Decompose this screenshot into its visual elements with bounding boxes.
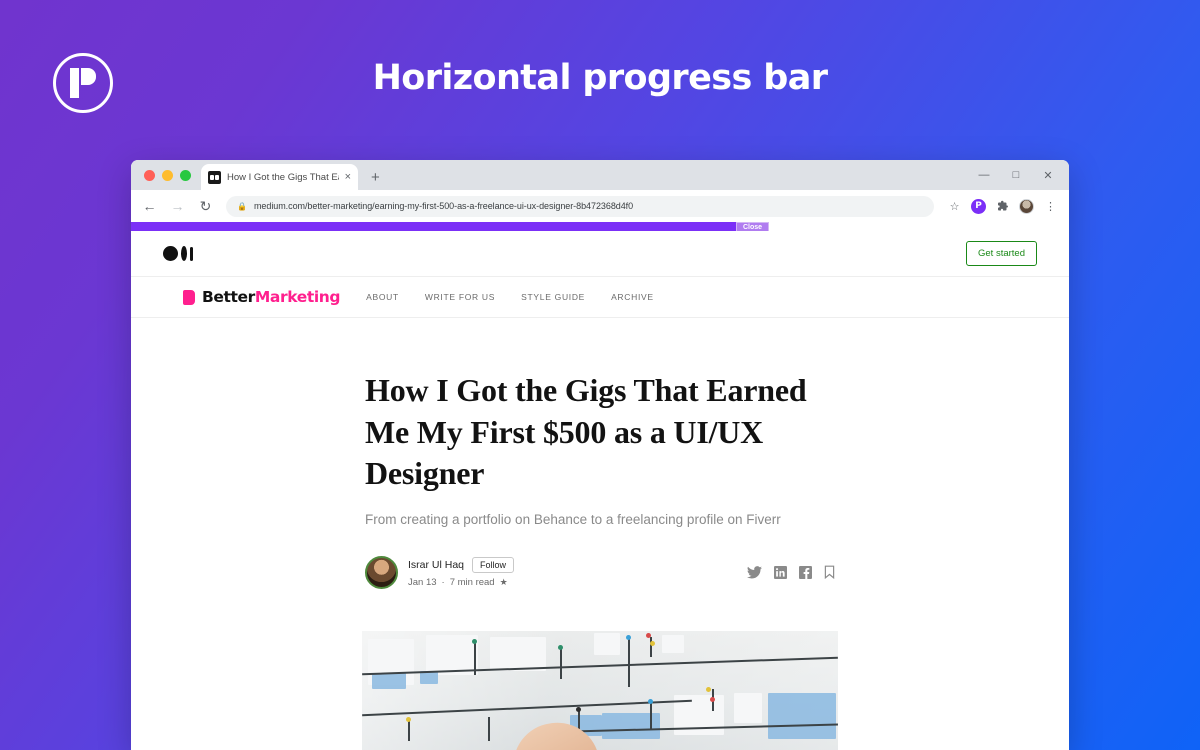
member-star-icon: ★ [499, 576, 508, 587]
lock-icon: 🔒 [237, 201, 247, 211]
pub-nav-item-about[interactable]: ABOUT [366, 292, 399, 302]
follow-button[interactable]: Follow [472, 556, 515, 573]
read-time: 7 min read [449, 576, 495, 588]
publish-date: Jan 13 [408, 576, 437, 588]
window-traffic-lights[interactable] [139, 160, 201, 190]
article-subtitle: From creating a portfolio on Behance to … [365, 511, 781, 527]
bookmark-star-icon[interactable]: ☆ [947, 199, 962, 214]
facebook-icon[interactable] [799, 565, 812, 579]
window-maximize-button[interactable]: □ [1009, 169, 1023, 181]
tab-close-icon[interactable]: × [345, 171, 351, 183]
pub-nav-item-style-guide[interactable]: STYLE GUIDE [521, 292, 585, 302]
pub-nav-item-archive[interactable]: ARCHIVE [611, 292, 654, 302]
get-started-button[interactable]: Get started [966, 241, 1037, 266]
linkedin-icon[interactable] [774, 565, 787, 579]
toolbar-icons: ☆ P ⋮ [947, 198, 1058, 214]
medium-favicon [208, 170, 221, 184]
page-title: Horizontal progress bar [372, 58, 828, 98]
reload-button[interactable]: ↻ [198, 198, 213, 215]
traffic-light-minimize[interactable] [162, 169, 173, 181]
browser-menu-icon[interactable]: ⋮ [1043, 199, 1058, 214]
bookmark-icon[interactable] [824, 565, 835, 580]
browser-toolbar: ← → ↻ 🔒 medium.com/better-marketing/earn… [131, 190, 1069, 222]
medium-logo-icon[interactable] [163, 246, 193, 261]
address-bar-url: medium.com/better-marketing/earning-my-f… [253, 201, 634, 211]
forward-button[interactable]: → [170, 198, 185, 214]
browser-tab-title: How I Got the Gigs That Earned [227, 171, 339, 183]
publication-logo[interactable]: BetterMarketing [183, 288, 340, 306]
back-button[interactable]: ← [142, 198, 157, 214]
browser-window: How I Got the Gigs That Earned × + — □ ✕… [131, 160, 1069, 750]
profile-avatar-icon[interactable] [1019, 198, 1034, 214]
new-tab-button[interactable]: + [371, 169, 380, 186]
publication-name-second: Marketing [254, 288, 341, 306]
better-marketing-mark-icon [183, 289, 195, 305]
traffic-light-close[interactable] [144, 169, 155, 181]
author-name[interactable]: Israr Ul Haq [408, 559, 464, 571]
window-controls: — □ ✕ [977, 160, 1063, 190]
traffic-light-zoom[interactable] [180, 169, 191, 181]
twitter-icon[interactable] [747, 565, 762, 579]
article-title: How I Got the Gigs That Earned Me My Fir… [365, 372, 807, 492]
address-bar[interactable]: 🔒 medium.com/better-marketing/earning-my… [226, 195, 934, 217]
article-byline: Israr Ul Haq Follow Jan 13 · 7 min read … [365, 555, 835, 589]
byline-separator: · [441, 576, 445, 588]
publication-nav: BetterMarketing ABOUT WRITE FOR US STYLE… [131, 277, 1069, 318]
publication-name-first: Better [202, 288, 255, 306]
article-hero-image [362, 630, 838, 750]
share-icons [747, 565, 835, 580]
horizontal-progress-bar: Close [131, 222, 1069, 234]
progress-bar-fill [131, 222, 751, 231]
pub-nav-item-write-for-us[interactable]: WRITE FOR US [425, 292, 495, 302]
extension-p-icon[interactable]: P [971, 198, 986, 214]
extensions-puzzle-icon[interactable] [995, 199, 1010, 214]
browser-tab[interactable]: How I Got the Gigs That Earned × [201, 164, 358, 190]
page-content: Get started BetterMarketing ABOUT WRITE … [131, 231, 1069, 750]
article: How I Got the Gigs That Earned Me My Fir… [131, 318, 1069, 750]
author-avatar[interactable] [365, 555, 398, 589]
browser-tab-strip: How I Got the Gigs That Earned × + — □ ✕ [131, 160, 1069, 190]
medium-site-header: Get started [131, 231, 1069, 277]
window-minimize-button[interactable]: — [977, 169, 991, 181]
window-close-button[interactable]: ✕ [1041, 169, 1055, 182]
